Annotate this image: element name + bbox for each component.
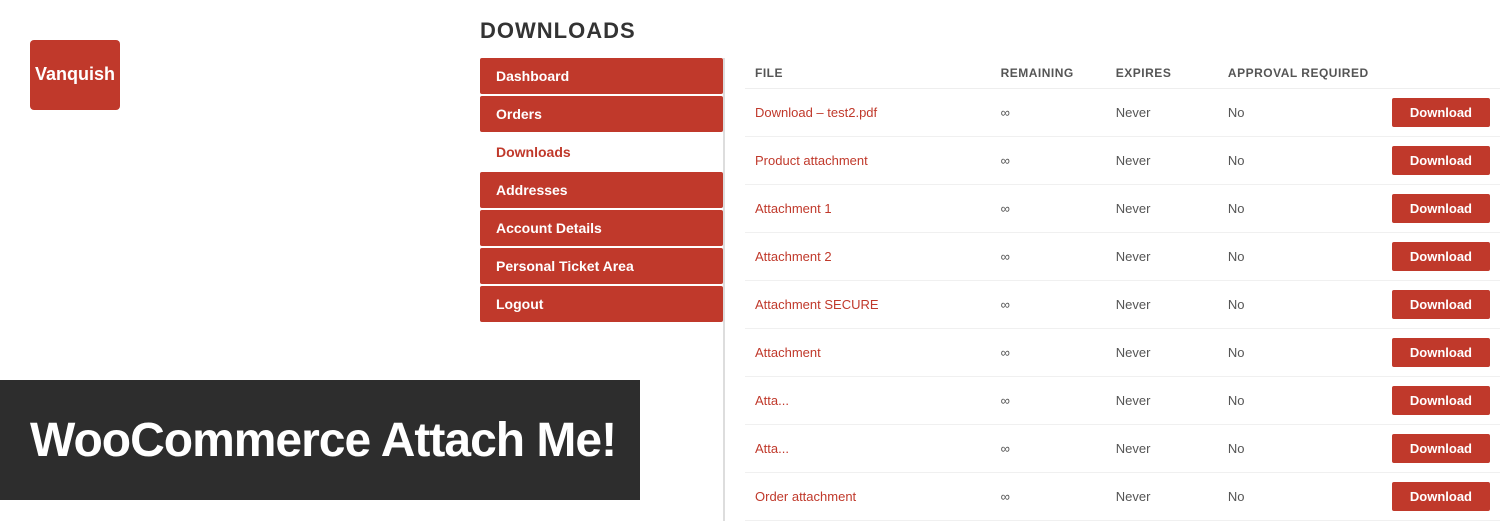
cell-action: Download (1382, 377, 1500, 425)
cell-remaining: ∞ (991, 89, 1106, 137)
col-header-expires: EXPIRES (1106, 58, 1218, 89)
cell-remaining: ∞ (991, 137, 1106, 185)
table-row: Order attachment ∞ Never No Download (745, 473, 1500, 521)
cell-remaining: ∞ (991, 233, 1106, 281)
table-row: Attachment 2 ∞ Never No Download (745, 233, 1500, 281)
cell-remaining: ∞ (991, 425, 1106, 473)
download-button[interactable]: Download (1392, 434, 1490, 463)
downloads-table-area: FILE REMAINING EXPIRES APPROVAL REQUIRED… (725, 58, 1500, 521)
cell-file: Atta... (745, 377, 991, 425)
cell-action: Download (1382, 137, 1500, 185)
table-row: Download – test2.pdf ∞ Never No Download (745, 89, 1500, 137)
cell-file: Product attachment (745, 137, 991, 185)
table-header-row: FILE REMAINING EXPIRES APPROVAL REQUIRED (745, 58, 1500, 89)
table-row: Attachment SECURE ∞ Never No Download (745, 281, 1500, 329)
cell-remaining: ∞ (991, 377, 1106, 425)
col-header-file: FILE (745, 58, 991, 89)
download-button[interactable]: Download (1392, 386, 1490, 415)
sidebar-item-addresses[interactable]: Addresses (480, 172, 723, 208)
download-button[interactable]: Download (1392, 242, 1490, 271)
col-header-action (1382, 58, 1500, 89)
cell-action: Download (1382, 329, 1500, 377)
logo-text: Vanquish (35, 64, 115, 86)
col-header-approval: APPROVAL REQUIRED (1218, 58, 1382, 89)
cell-remaining: ∞ (991, 185, 1106, 233)
sidebar-item-logout[interactable]: Logout (480, 286, 723, 322)
downloads-table: FILE REMAINING EXPIRES APPROVAL REQUIRED… (745, 58, 1500, 521)
cell-approval: No (1218, 377, 1382, 425)
cell-approval: No (1218, 281, 1382, 329)
download-button[interactable]: Download (1392, 482, 1490, 511)
cell-expires: Never (1106, 89, 1218, 137)
sidebar-item-downloads[interactable]: Downloads (480, 134, 723, 170)
cell-action: Download (1382, 281, 1500, 329)
cell-expires: Never (1106, 377, 1218, 425)
cell-file: Download – test2.pdf (745, 89, 991, 137)
cell-approval: No (1218, 425, 1382, 473)
cell-expires: Never (1106, 281, 1218, 329)
cell-expires: Never (1106, 185, 1218, 233)
cell-expires: Never (1106, 425, 1218, 473)
cell-approval: No (1218, 233, 1382, 281)
table-row: Attachment ∞ Never No Download (745, 329, 1500, 377)
table-row: Atta... ∞ Never No Download (745, 377, 1500, 425)
cell-expires: Never (1106, 137, 1218, 185)
cell-action: Download (1382, 425, 1500, 473)
page-title: DOWNLOADS (480, 0, 1500, 58)
download-button[interactable]: Download (1392, 338, 1490, 367)
sidebar-item-account-details[interactable]: Account Details (480, 210, 723, 246)
table-row: Attachment 1 ∞ Never No Download (745, 185, 1500, 233)
logo-area: Vanquish (30, 40, 120, 110)
cell-expires: Never (1106, 329, 1218, 377)
cell-approval: No (1218, 89, 1382, 137)
cell-file: Attachment 1 (745, 185, 991, 233)
cell-expires: Never (1106, 473, 1218, 521)
cell-action: Download (1382, 233, 1500, 281)
cell-file: Order attachment (745, 473, 991, 521)
sidebar-item-dashboard[interactable]: Dashboard (480, 58, 723, 94)
cell-approval: No (1218, 137, 1382, 185)
cell-action: Download (1382, 185, 1500, 233)
bottom-banner: WooCommerce Attach Me! (0, 380, 640, 500)
cell-approval: No (1218, 473, 1382, 521)
cell-action: Download (1382, 89, 1500, 137)
sidebar-item-orders[interactable]: Orders (480, 96, 723, 132)
sidebar-item-personal-ticket-area[interactable]: Personal Ticket Area (480, 248, 723, 284)
cell-expires: Never (1106, 233, 1218, 281)
download-button[interactable]: Download (1392, 98, 1490, 127)
banner-text: WooCommerce Attach Me! (30, 413, 616, 468)
cell-approval: No (1218, 329, 1382, 377)
download-button[interactable]: Download (1392, 290, 1490, 319)
cell-file: Attachment (745, 329, 991, 377)
logo-box[interactable]: Vanquish (30, 40, 120, 110)
cell-remaining: ∞ (991, 473, 1106, 521)
table-row: Product attachment ∞ Never No Download (745, 137, 1500, 185)
cell-approval: No (1218, 185, 1382, 233)
cell-file: Atta... (745, 425, 991, 473)
cell-remaining: ∞ (991, 281, 1106, 329)
cell-action: Download (1382, 473, 1500, 521)
cell-remaining: ∞ (991, 329, 1106, 377)
cell-file: Attachment SECURE (745, 281, 991, 329)
table-row: Atta... ∞ Never No Download (745, 425, 1500, 473)
cell-file: Attachment 2 (745, 233, 991, 281)
download-button[interactable]: Download (1392, 146, 1490, 175)
download-button[interactable]: Download (1392, 194, 1490, 223)
col-header-remaining: REMAINING (991, 58, 1106, 89)
